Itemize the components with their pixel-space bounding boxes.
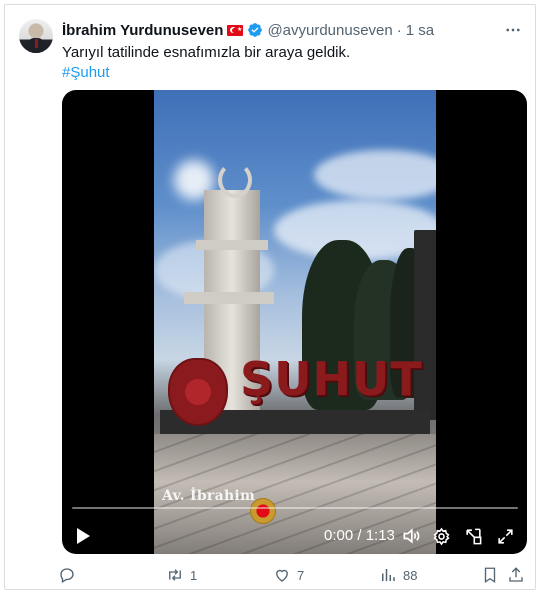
author-handle[interactable]: @avyurdunuseven <box>267 22 392 39</box>
reply-button[interactable] <box>58 563 82 587</box>
bookmark-icon <box>484 567 496 584</box>
views-button[interactable]: 88 <box>379 563 417 587</box>
reply-icon <box>60 568 74 583</box>
settings-icon[interactable] <box>428 518 454 554</box>
turkey-flag-icon: ★ <box>227 24 244 36</box>
share-button[interactable] <box>507 563 525 587</box>
bookmark-button[interactable] <box>481 563 499 587</box>
avatar-tie <box>35 39 38 48</box>
town-emblem <box>168 358 228 426</box>
like-count: 7 <box>297 567 305 583</box>
share-icon <box>509 567 523 582</box>
video-watermark: Av. İbrahim <box>162 488 256 504</box>
tweet-header: İbrahim Yurdunuseven ★ @avyurdunuseven ·… <box>62 20 434 40</box>
more-icon[interactable] <box>503 20 523 40</box>
like-button[interactable]: 7 <box>273 563 304 587</box>
fullscreen-icon[interactable] <box>492 518 518 554</box>
video-frame[interactable]: ŞUHUT <box>154 90 436 554</box>
avatar[interactable] <box>19 19 53 53</box>
play-icon[interactable] <box>68 518 98 554</box>
timestamp[interactable]: 1 sa <box>406 22 434 39</box>
tweet-body: Yarıyıl tatilinde esnafımızla bir araya … <box>62 43 350 83</box>
video-controls: 0:00 / 1:13 <box>62 518 527 554</box>
tweet-actions: 1 7 88 <box>5 563 535 587</box>
verified-icon <box>248 23 263 37</box>
retweet-count: 1 <box>190 567 198 583</box>
volume-icon[interactable] <box>398 518 424 554</box>
retweet-button[interactable]: 1 <box>166 563 197 587</box>
tweet-card[interactable]: İbrahim Yurdunuseven ★ @avyurdunuseven ·… <box>4 4 536 590</box>
video-player[interactable]: ŞUHUT Av. İbrahim 0:00 / 1:13 <box>62 90 527 554</box>
video-timecode: 0:00 / 1:13 <box>324 527 395 544</box>
views-count: 88 <box>403 567 418 583</box>
pip-icon[interactable] <box>460 518 486 554</box>
retweet-icon <box>169 569 181 581</box>
views-icon <box>382 569 395 581</box>
hashtag-link[interactable]: #Şuhut <box>62 63 350 83</box>
like-icon <box>276 569 288 582</box>
tweet-text: Yarıyıl tatilinde esnafımızla bir araya … <box>62 44 351 61</box>
author-name[interactable]: İbrahim Yurdunuseven <box>62 22 223 39</box>
town-sign: ŞUHUT <box>240 352 423 406</box>
separator-dot: · <box>396 21 402 39</box>
progress-bar[interactable] <box>72 507 518 509</box>
